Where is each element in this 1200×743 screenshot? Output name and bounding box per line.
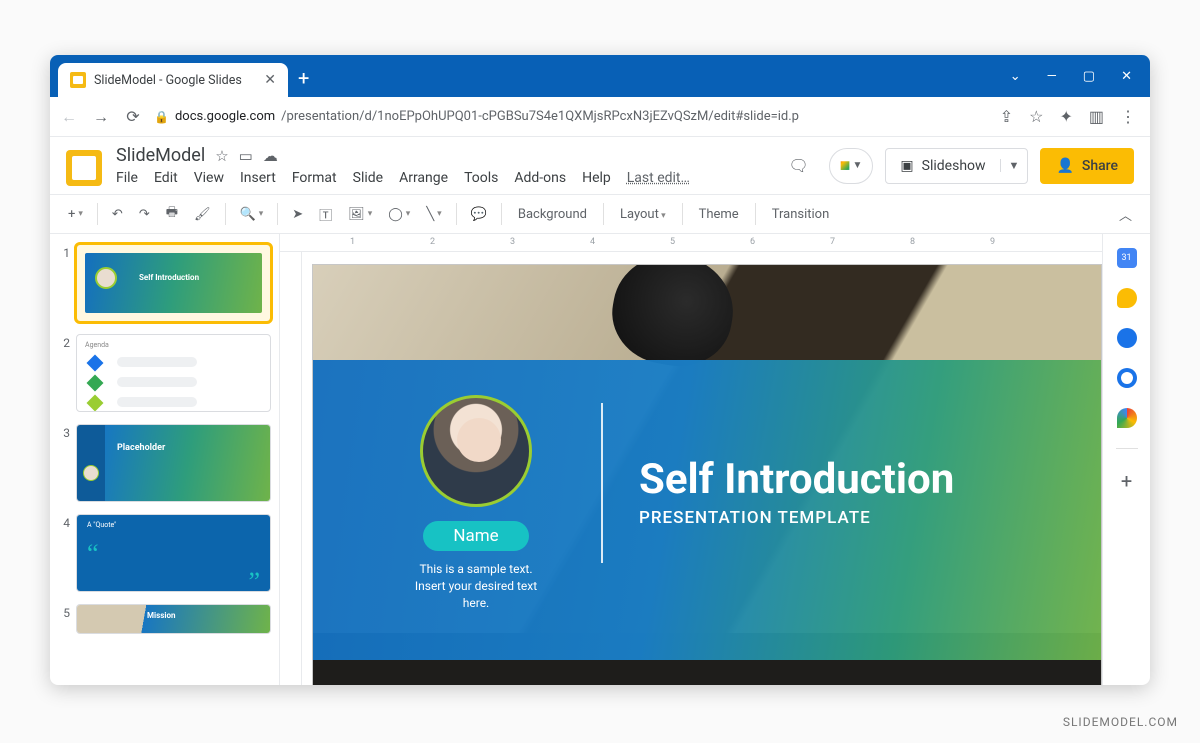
url-field[interactable]: 🔒 docs.google.com/presentation/d/1noEPpO… xyxy=(154,109,990,124)
new-tab-button[interactable]: + xyxy=(298,66,309,90)
reload-icon[interactable]: ⟳ xyxy=(122,107,144,126)
image-icon[interactable]: 🖼▾ xyxy=(342,203,378,226)
url-path: /presentation/d/1noEPpOhUPQ01-cPGBSu7S4e… xyxy=(281,109,799,124)
thumb-3[interactable]: Placeholder xyxy=(76,424,271,502)
comments-icon[interactable]: 🗨 xyxy=(781,148,817,184)
meet-icon: ■ xyxy=(840,155,851,176)
share-page-icon[interactable]: ⇪ xyxy=(1000,107,1013,126)
tab-title: SlideModel - Google Slides xyxy=(94,73,242,88)
last-edit-link[interactable]: Last edit… xyxy=(627,170,690,186)
slides-logo-icon[interactable] xyxy=(66,150,102,186)
chevron-down-icon[interactable]: ⌄ xyxy=(1010,69,1021,84)
menu-help[interactable]: Help xyxy=(582,170,611,186)
line-icon[interactable]: ╲▾ xyxy=(420,203,447,226)
undo-icon[interactable]: ↶ xyxy=(106,203,129,226)
lock-icon: 🔒 xyxy=(154,110,169,124)
browser-tab[interactable]: SlideModel - Google Slides ✕ xyxy=(58,63,288,97)
collapse-toolbar-icon[interactable]: ︿ xyxy=(1113,201,1138,228)
close-window-icon[interactable]: ✕ xyxy=(1121,69,1132,84)
name-pill[interactable]: Name xyxy=(423,521,528,551)
forward-icon[interactable]: → xyxy=(90,107,112,127)
doc-name[interactable]: SlideModel xyxy=(116,145,205,166)
menu-format[interactable]: Format xyxy=(292,170,337,186)
app-header: SlideModel ☆ ▭ ☁ File Edit View Insert F… xyxy=(50,137,1150,186)
person-icon: 👤 xyxy=(1056,158,1073,174)
share-button[interactable]: 👤Share xyxy=(1040,148,1134,184)
close-tab-icon[interactable]: ✕ xyxy=(264,72,276,88)
extensions-icon[interactable]: ✦ xyxy=(1059,107,1072,126)
kebab-menu-icon[interactable]: ⋮ xyxy=(1120,107,1136,126)
calendar-icon[interactable] xyxy=(1117,248,1137,268)
menu-insert[interactable]: Insert xyxy=(240,170,276,186)
avatar-image[interactable] xyxy=(420,395,532,507)
menu-edit[interactable]: Edit xyxy=(154,170,178,186)
contacts-icon[interactable] xyxy=(1117,368,1137,388)
theme-button[interactable]: Theme xyxy=(691,203,747,226)
cloud-saved-icon[interactable]: ☁ xyxy=(263,147,278,165)
sidepanel-toggle-icon[interactable]: ▥ xyxy=(1089,107,1104,126)
thumb-5[interactable]: Mission xyxy=(76,604,271,634)
vertical-divider xyxy=(601,403,603,563)
slide-canvas-area[interactable]: 123456789 Name This is a sample text. In… xyxy=(280,234,1102,685)
comment-icon[interactable]: 💬 xyxy=(465,203,493,226)
select-tool-icon[interactable]: ➤ xyxy=(286,203,309,226)
url-host: docs.google.com xyxy=(175,109,275,124)
sample-text[interactable]: This is a sample text. Insert your desir… xyxy=(361,561,591,611)
maximize-icon[interactable]: ▢ xyxy=(1083,69,1095,84)
minimize-icon[interactable]: ― xyxy=(1047,69,1057,84)
menu-view[interactable]: View xyxy=(194,170,224,186)
slides-favicon-icon xyxy=(70,72,86,88)
redo-icon[interactable]: ↷ xyxy=(133,203,156,226)
back-icon[interactable]: ← xyxy=(58,107,80,127)
menu-addons[interactable]: Add-ons xyxy=(514,170,566,186)
menu-arrange[interactable]: Arrange xyxy=(399,170,448,186)
slide-thumbnails[interactable]: 1 Self Introduction 2 Agenda 3 Placehold… xyxy=(50,234,280,685)
transition-button[interactable]: Transition xyxy=(764,203,838,226)
menu-tools[interactable]: Tools xyxy=(464,170,498,186)
shape-icon[interactable]: ◯▾ xyxy=(382,203,416,226)
menu-bar: File Edit View Insert Format Slide Arran… xyxy=(116,170,690,186)
thumb-2[interactable]: Agenda xyxy=(76,334,271,412)
thumb-4[interactable]: A "Quote" “” xyxy=(76,514,271,592)
menu-file[interactable]: File xyxy=(116,170,138,186)
tasks-icon[interactable] xyxy=(1117,328,1137,348)
browser-window: SlideModel - Google Slides ✕ + ⌄ ― ▢ ✕ ←… xyxy=(50,55,1150,685)
ruler-horizontal: 123456789 xyxy=(280,234,1102,252)
move-icon[interactable]: ▭ xyxy=(239,147,253,165)
new-slide-button[interactable]: +▾ xyxy=(62,203,89,226)
paint-format-icon[interactable]: 🖌 xyxy=(188,203,217,226)
star-icon[interactable]: ☆ xyxy=(215,147,228,165)
meet-button[interactable]: ■▼ xyxy=(829,148,874,184)
toolbar: +▾ ↶ ↷ 🖶 🖌 🔍▾ ➤ 🅃 🖼▾ ◯▾ ╲▾ 💬 Background … xyxy=(50,194,1150,234)
slideshow-button[interactable]: ▣Slideshow xyxy=(886,158,999,174)
slide-title[interactable]: Self Introduction xyxy=(639,455,954,504)
bookmark-icon[interactable]: ☆ xyxy=(1029,107,1043,126)
add-addon-icon[interactable]: + xyxy=(1121,469,1132,493)
editor-body: 1 Self Introduction 2 Agenda 3 Placehold… xyxy=(50,234,1150,685)
layout-button[interactable]: Layout ▾ xyxy=(612,203,674,226)
slideshow-dropdown[interactable]: ▼ xyxy=(1000,159,1028,172)
slideshow-button-group: ▣Slideshow ▼ xyxy=(885,148,1028,184)
titlebar: SlideModel - Google Slides ✕ + ⌄ ― ▢ ✕ xyxy=(50,55,1150,97)
ruler-vertical xyxy=(280,252,302,685)
window-controls: ⌄ ― ▢ ✕ xyxy=(1010,69,1150,84)
zoom-icon[interactable]: 🔍▾ xyxy=(234,203,270,226)
slide-subtitle[interactable]: PRESENTATION TEMPLATE xyxy=(639,508,954,528)
slide-1[interactable]: Name This is a sample text. Insert your … xyxy=(312,264,1102,685)
menu-slide[interactable]: Slide xyxy=(353,170,383,186)
print-icon[interactable]: 🖶 xyxy=(160,199,184,229)
play-icon: ▣ xyxy=(900,158,913,174)
watermark: SLIDEMODEL.COM xyxy=(1063,715,1178,729)
textbox-icon[interactable]: 🅃 xyxy=(313,201,338,228)
address-bar: ← → ⟳ 🔒 docs.google.com/presentation/d/1… xyxy=(50,97,1150,137)
side-panel: + xyxy=(1102,234,1150,685)
maps-icon[interactable] xyxy=(1117,408,1137,428)
keep-icon[interactable] xyxy=(1117,288,1137,308)
background-button[interactable]: Background xyxy=(510,203,595,226)
thumb-1[interactable]: Self Introduction xyxy=(76,244,271,322)
